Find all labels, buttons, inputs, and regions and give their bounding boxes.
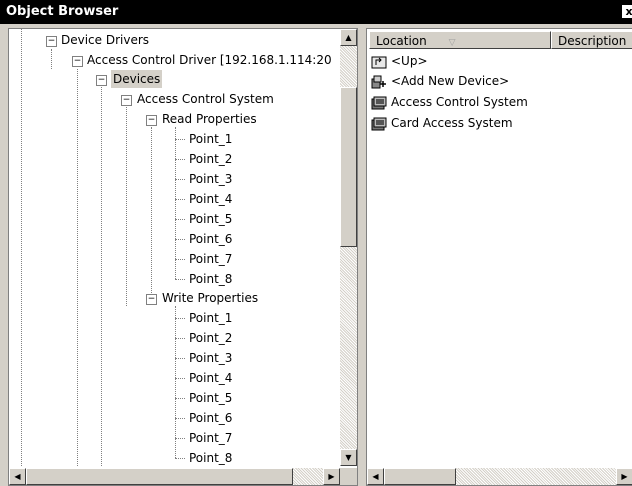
list-item-label: Card Access System [391, 116, 513, 130]
tree-connector [175, 199, 185, 200]
tree-guide-line [101, 87, 102, 466]
scroll-right-arrow-icon[interactable]: ▶ [323, 468, 340, 485]
scroll-corner [340, 468, 357, 485]
tree-item-read-properties[interactable]: Read Properties [162, 110, 257, 128]
tree-item-point[interactable]: Point_4 [189, 190, 232, 208]
tree-item-point[interactable]: Point_6 [189, 230, 232, 248]
list-item-card-access-system[interactable]: Card Access System [371, 113, 513, 133]
tree-item-access-control-driver[interactable]: Access Control Driver [192.168.1.114:20 [87, 51, 332, 69]
scroll-down-arrow-icon[interactable]: ▼ [340, 449, 357, 466]
collapse-icon[interactable]: − [72, 56, 83, 67]
tree-connector [175, 358, 185, 359]
tree-item-point[interactable]: Point_5 [189, 210, 232, 228]
tree-item-point[interactable]: Point_2 [189, 329, 232, 347]
tree-guide-line [175, 306, 176, 458]
tree-connector [175, 438, 185, 439]
tree-connector [175, 259, 185, 260]
column-header-location[interactable]: Location ▽ [369, 31, 551, 49]
window-title: Object Browser [6, 4, 119, 19]
tree-item-point[interactable]: Point_2 [189, 150, 232, 168]
tree-item-point[interactable]: Point_6 [189, 409, 232, 427]
tree-connector [175, 398, 185, 399]
tree-connector [175, 318, 185, 319]
tree-guide-line [21, 29, 22, 466]
collapse-icon[interactable]: − [46, 36, 57, 47]
tree-vertical-scrollbar[interactable]: ▲ ▼ [340, 29, 357, 466]
tree-connector [175, 179, 185, 180]
scroll-thumb[interactable] [26, 468, 293, 485]
collapse-icon[interactable]: − [146, 115, 157, 126]
tree-pane: − Device Drivers − Access Control Driver… [8, 28, 358, 486]
tree-connector [175, 458, 185, 459]
list-item-up[interactable]: <Up> [371, 51, 428, 71]
tree-item-point[interactable]: Point_8 [189, 449, 232, 466]
list-item-label: Access Control System [391, 95, 528, 109]
tree-connector [175, 279, 185, 280]
tree-connector [175, 418, 185, 419]
tree-item-point[interactable]: Point_8 [189, 270, 232, 288]
tree-item-point[interactable]: Point_3 [189, 349, 232, 367]
tree-guide-line [77, 69, 78, 466]
tree-item-point[interactable]: Point_1 [189, 130, 232, 148]
tree-item-point[interactable]: Point_7 [189, 429, 232, 447]
tree-item-point[interactable]: Point_7 [189, 250, 232, 268]
collapse-icon[interactable]: − [146, 294, 157, 305]
list-pane: Location ▽ Description <Up> <Add New Dev… [366, 28, 632, 486]
up-folder-icon [371, 56, 387, 68]
device-tree: − Device Drivers − Access Control Driver… [9, 29, 339, 466]
list-horizontal-scrollbar[interactable]: ◀ ▶ [367, 468, 632, 485]
collapse-icon[interactable]: − [96, 75, 107, 86]
list-item-access-control-system[interactable]: Access Control System [371, 92, 528, 112]
column-header-description[interactable]: Description [551, 31, 632, 49]
title-bar: Object Browser x [0, 0, 632, 24]
scroll-right-arrow-icon[interactable]: ▶ [616, 468, 632, 485]
list-item-label: <Add New Device> [391, 74, 510, 88]
list-item-add-new-device[interactable]: <Add New Device> [371, 71, 509, 91]
column-header-description-label: Description [558, 34, 627, 48]
tree-connector [175, 219, 185, 220]
tree-item-point[interactable]: Point_1 [189, 309, 232, 327]
device-icon [371, 96, 387, 109]
tree-item-access-control-system[interactable]: Access Control System [137, 90, 274, 108]
scroll-left-arrow-icon[interactable]: ◀ [9, 468, 26, 485]
tree-item-devices[interactable]: Devices [111, 70, 163, 88]
tree-connector [175, 338, 185, 339]
tree-item-device-drivers[interactable]: Device Drivers [61, 31, 149, 49]
list-item-label: <Up> [391, 54, 428, 68]
tree-item-write-properties[interactable]: Write Properties [162, 289, 258, 307]
collapse-icon[interactable]: − [121, 95, 132, 106]
tree-guide-line [126, 107, 127, 306]
device-icon [371, 117, 387, 130]
tree-connector [175, 378, 185, 379]
tree-guide-line [175, 127, 176, 279]
scroll-up-arrow-icon[interactable]: ▲ [340, 29, 357, 46]
tree-guide-line [51, 49, 52, 69]
close-icon[interactable]: x [622, 5, 632, 18]
add-device-icon [371, 75, 386, 88]
tree-connector [175, 139, 185, 140]
column-header-location-label: Location [376, 34, 427, 48]
sort-descending-icon: ▽ [448, 38, 456, 48]
tree-item-point[interactable]: Point_4 [189, 369, 232, 387]
scroll-left-arrow-icon[interactable]: ◀ [367, 468, 384, 485]
tree-item-point[interactable]: Point_3 [189, 170, 232, 188]
object-browser-window: Object Browser x − Device Drivers − Acce… [0, 0, 632, 486]
tree-horizontal-scrollbar[interactable]: ◀ ▶ [9, 468, 340, 485]
scroll-thumb[interactable] [384, 468, 456, 485]
tree-connector [175, 159, 185, 160]
tree-item-point[interactable]: Point_5 [189, 389, 232, 407]
tree-connector [175, 239, 185, 240]
scroll-thumb[interactable] [340, 87, 357, 247]
tree-guide-line [151, 127, 152, 297]
